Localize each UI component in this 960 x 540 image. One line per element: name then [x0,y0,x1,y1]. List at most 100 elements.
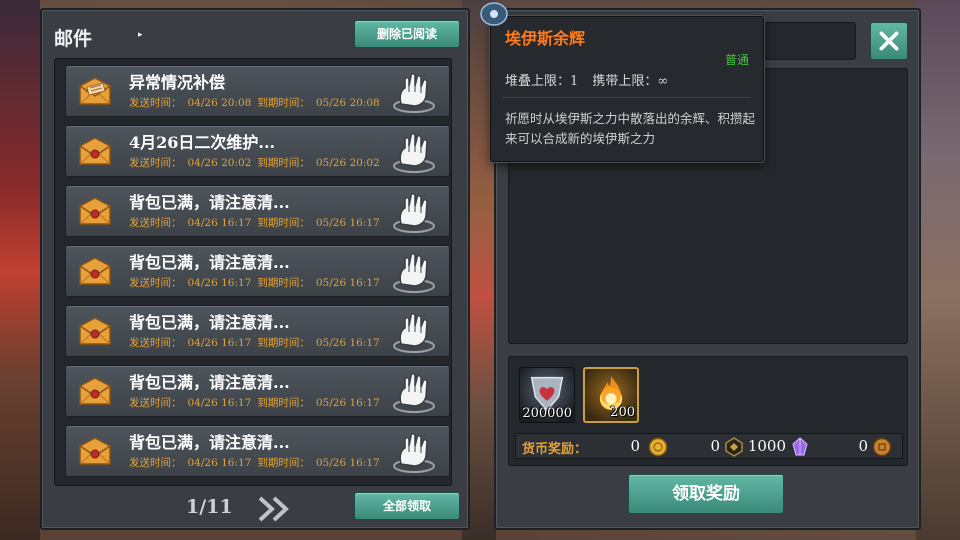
mail-dates: 发送时间： 04/26 16:17 到期时间： 05/26 16:17 [129,215,386,230]
mail-sent-time: 04/26 20:02 [187,157,252,169]
claim-hand-icon[interactable] [389,310,439,354]
mail-panel-title: 邮件 [54,28,93,50]
mail-expire-label: 到期时间： [257,337,310,349]
mail-expire-label: 到期时间： [257,97,310,109]
claim-hand-icon[interactable] [389,370,439,414]
claim-hand-icon[interactable] [389,70,439,114]
mail-sent-label: 发送时间： [129,457,182,469]
mail-item[interactable]: 背包已满，请注意清... 发送时间： 04/26 16:17 到期时间： 05/26 1… [65,365,450,417]
title-arrow-icon: ▸ [138,30,143,40]
dark-crest-icon [725,437,743,457]
reward-area: 200000 200 货币奖励： 0 0 1000 0 [508,356,908,466]
page-indicator: 1/11 [186,496,233,518]
envelope-icon [79,137,111,165]
mail-list: 异常情况补偿发送时间： 04/26 20:08 到期时间： 05/26 20:08 4月… [54,58,452,486]
tooltip-limits: 堆叠上限：1 携带上限：∞ [505,70,678,89]
mail-panel: 邮件 ▸ 删除已阅读 异常情况补偿发送时间： 04/26 20:08 到期时间： 05… [40,8,470,530]
tooltip-anchor-icon [480,2,508,26]
mail-expire-time: 05/26 16:17 [315,457,380,469]
mail-expire-time: 05/26 16:17 [315,217,380,229]
mail-expire-time: 05/26 16:17 [315,337,380,349]
tooltip-stack-limit: 堆叠上限：1 [505,74,579,89]
claim-hand-icon[interactable] [389,190,439,234]
background-scenery-right [916,0,960,540]
claim-reward-button[interactable]: 领取奖励 [628,474,784,514]
tooltip-rarity: 普通 [724,53,749,67]
mail-item[interactable]: 背包已满，请注意清... 发送时间： 04/26 16:17 到期时间： 05/26 1… [65,185,450,237]
currency-label: 货币奖励： [522,442,588,457]
mail-title: 背包已满，请注意清... [129,193,290,212]
envelope-icon [79,377,111,405]
envelope-icon [79,77,111,105]
gold-coin-icon [648,437,668,457]
currency-value: 1000 [747,437,786,455]
reward-item-slot[interactable]: 200 [583,367,639,423]
mail-sent-time: 04/26 20:08 [187,97,252,109]
mail-header-box [764,22,856,60]
mail-dates: 发送时间： 04/26 16:17 到期时间： 05/26 16:17 [129,455,386,470]
mail-expire-time: 05/26 20:02 [315,157,380,169]
purple-crystal-icon [792,437,808,456]
currency-value: 0 [858,437,868,455]
currency-reward-bar: 货币奖励： 0 0 1000 0 [515,433,903,459]
envelope-icon [79,317,111,345]
mail-sent-time: 04/26 16:17 [187,457,252,469]
mail-sent-label: 发送时间： [129,337,182,349]
close-button[interactable] [870,22,908,60]
mail-sent-label: 发送时间： [129,157,182,169]
currency-value: 0 [630,437,640,455]
mail-sent-label: 发送时间： [129,217,182,229]
mail-sent-label: 发送时间： [129,97,182,109]
close-icon [879,31,899,51]
mail-expire-label: 到期时间： [257,397,310,409]
tooltip-carry-limit: 携带上限：∞ [592,74,669,89]
claim-hand-icon[interactable] [389,250,439,294]
tooltip-divider [503,97,751,98]
delete-read-button[interactable]: 删除已阅读 [354,20,460,48]
mail-item[interactable]: 背包已满，请注意清... 发送时间： 04/26 16:17 到期时间： 05/26 1… [65,245,450,297]
mail-dates: 发送时间： 04/26 16:17 到期时间： 05/26 16:17 [129,395,386,410]
tooltip-item-name: 埃伊斯余辉 [505,29,586,48]
claim-all-button[interactable]: 全部领取 [354,492,460,520]
reward-item-slot[interactable]: 200000 [519,367,575,423]
mail-title: 异常情况补偿 [129,73,226,92]
next-page-icon[interactable] [256,494,292,524]
mail-title: 背包已满，请注意清... [129,433,290,452]
mail-dates: 发送时间： 04/26 20:02 到期时间： 05/26 20:02 [129,155,386,170]
mail-sent-time: 04/26 16:17 [187,277,252,289]
mail-sent-label: 发送时间： [129,397,182,409]
mail-title: 4月26日二次维护... [129,133,276,152]
envelope-icon [79,197,111,225]
mail-expire-time: 05/26 16:17 [315,397,380,409]
mail-dates: 发送时间： 04/26 16:17 到期时间： 05/26 16:17 [129,335,386,350]
mail-expire-time: 05/26 16:17 [315,277,380,289]
mail-sent-time: 04/26 16:17 [187,397,252,409]
mail-title: 背包已满，请注意清... [129,373,290,392]
mail-sent-label: 发送时间： [129,277,182,289]
mail-expire-label: 到期时间： [257,217,310,229]
envelope-icon [79,437,111,465]
mail-dates: 发送时间： 04/26 20:08 到期时间： 05/26 20:08 [129,95,386,110]
mail-expire-label: 到期时间： [257,157,310,169]
mail-sent-time: 04/26 16:17 [187,217,252,229]
background-scenery-left [0,0,40,540]
currency-value: 0 [710,437,720,455]
envelope-icon [79,257,111,285]
mail-title: 背包已满，请注意清... [129,253,290,272]
mail-title: 背包已满，请注意清... [129,313,290,332]
mail-item[interactable]: 背包已满，请注意清... 发送时间： 04/26 16:17 到期时间： 05/26 1… [65,305,450,357]
mail-item[interactable]: 4月26日二次维护... 发送时间： 04/26 20:02 到期时间： 05/26 2… [65,125,450,177]
mail-expire-label: 到期时间： [257,277,310,289]
reward-item-count: 200 [610,405,635,420]
claim-hand-icon[interactable] [389,130,439,174]
mail-item[interactable]: 背包已满，请注意清... 发送时间： 04/26 16:17 到期时间： 05/26 1… [65,425,450,477]
item-tooltip: 埃伊斯余辉 普通 堆叠上限：1 携带上限：∞ 祈愿时从埃伊斯之力中散落出的余辉、… [480,2,764,162]
claim-hand-icon[interactable] [389,430,439,474]
tooltip-description: 祈愿时从埃伊斯之力中散落出的余辉、积攒起来可以合成新的埃伊斯之力 [505,111,756,146]
mail-dates: 发送时间： 04/26 16:17 到期时间： 05/26 16:17 [129,275,386,290]
mail-item[interactable]: 异常情况补偿发送时间： 04/26 20:08 到期时间： 05/26 20:08 [65,65,450,117]
mail-sent-time: 04/26 16:17 [187,337,252,349]
mail-expire-label: 到期时间： [257,457,310,469]
mail-expire-time: 05/26 20:08 [315,97,380,109]
reward-item-count: 200000 [522,406,572,421]
